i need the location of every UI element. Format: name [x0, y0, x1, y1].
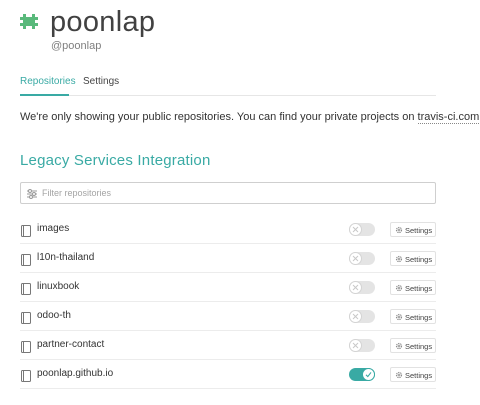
profile-tabs: Repositories Settings [20, 72, 436, 96]
repository-settings-button[interactable]: Settings [390, 309, 436, 324]
repository-row: poonlap.github.io Settings [20, 360, 436, 389]
repository-toggle[interactable] [349, 252, 375, 265]
repository-row: images Settings [20, 215, 436, 244]
settings-button-label: Settings [405, 371, 433, 380]
toggle-off-x-icon [349, 223, 362, 236]
active-tab-indicator [20, 94, 69, 96]
repository-row: odoo-th Settings [20, 302, 436, 331]
tab-settings[interactable]: Settings [83, 76, 119, 87]
repository-row: l10n-thailand Settings [20, 244, 436, 273]
settings-button-label: Settings [405, 255, 433, 264]
repository-settings-button[interactable]: Settings [390, 251, 436, 266]
gear-icon [395, 226, 403, 234]
repository-name[interactable]: linuxbook [37, 281, 79, 292]
repo-book-icon [21, 282, 31, 295]
toggle-off-x-icon [349, 281, 362, 294]
gear-icon [395, 255, 403, 263]
gear-icon [395, 342, 403, 350]
sliders-icon [26, 187, 38, 199]
travis-ci-com-link[interactable]: travis-ci.com [417, 111, 480, 124]
repository-toggle[interactable] [349, 339, 375, 352]
pixel-avatar-icon [20, 14, 38, 32]
profile-header: poonlap @poonlap [20, 4, 460, 52]
settings-button-label: Settings [405, 313, 433, 322]
repository-settings-button[interactable]: Settings [390, 222, 436, 237]
repository-row: linuxbook Settings [20, 273, 436, 302]
repository-name[interactable]: partner-contact [37, 339, 104, 350]
profile-handle: @poonlap [51, 40, 102, 52]
settings-button-label: Settings [405, 226, 433, 235]
filter-repositories-input[interactable] [42, 183, 427, 203]
repository-name[interactable]: images [37, 223, 69, 234]
section-title: Legacy Services Integration [20, 152, 211, 169]
repository-toggle[interactable] [349, 310, 375, 323]
repo-book-icon [21, 253, 31, 266]
repository-name[interactable]: l10n-thailand [37, 252, 94, 263]
repository-toggle[interactable] [349, 368, 375, 381]
repository-name[interactable]: odoo-th [37, 310, 71, 321]
toggle-on-check-icon [362, 368, 375, 381]
notice-text: We're only showing your public repositor… [20, 111, 418, 123]
filter-box [20, 182, 436, 204]
settings-button-label: Settings [405, 284, 433, 293]
settings-button-label: Settings [405, 342, 433, 351]
toggle-off-x-icon [349, 252, 362, 265]
gear-icon [395, 313, 403, 321]
repo-book-icon [21, 311, 31, 324]
tab-repositories[interactable]: Repositories [20, 76, 76, 87]
repository-toggle[interactable] [349, 223, 375, 236]
repository-toggle[interactable] [349, 281, 375, 294]
profile-username: poonlap [50, 6, 156, 38]
repository-settings-button[interactable]: Settings [390, 338, 436, 353]
gear-icon [395, 284, 403, 292]
repo-book-icon [21, 340, 31, 353]
repository-row: partner-contact Settings [20, 331, 436, 360]
repo-book-icon [21, 224, 31, 237]
private-repos-notice: We're only showing your public repositor… [20, 111, 480, 124]
toggle-off-x-icon [349, 339, 362, 352]
repo-book-icon [21, 369, 31, 382]
repository-list: images Settings l10n-thailand Settings l… [20, 215, 436, 389]
toggle-off-x-icon [349, 310, 362, 323]
gear-icon [395, 371, 403, 379]
repository-settings-button[interactable]: Settings [390, 280, 436, 295]
repository-name[interactable]: poonlap.github.io [37, 368, 113, 379]
repository-settings-button[interactable]: Settings [390, 367, 436, 382]
